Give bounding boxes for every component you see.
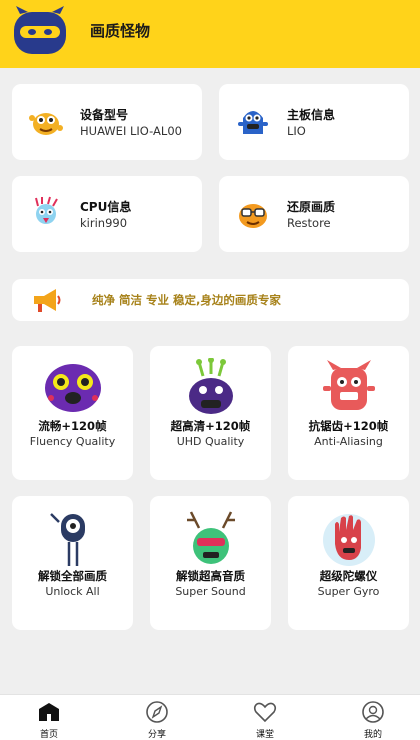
card-value: HUAWEI LIO-AL00: [80, 124, 182, 138]
slogan-banner: 纯净 简洁 专业 稳定,身边的画质专家: [12, 279, 409, 321]
anti-aliasing-card[interactable]: 抗锯齿+120帧 Anti-Aliasing: [288, 346, 409, 480]
heart-icon: [253, 702, 277, 723]
tab-classroom[interactable]: 课堂: [230, 695, 300, 740]
fluency-quality-card[interactable]: 流畅+120帧 Fluency Quality: [12, 346, 133, 480]
tab-mine[interactable]: 我的: [338, 695, 408, 740]
compass-icon: [146, 701, 168, 723]
red-monster-icon: [323, 360, 375, 410]
tab-label: 分享: [147, 730, 166, 740]
app-title: 画质怪物: [90, 22, 151, 40]
feature-subtitle: UHD Quality: [176, 435, 245, 448]
feature-subtitle: Super Sound: [175, 585, 246, 598]
app-header: 画质怪物: [0, 0, 420, 68]
user-icon: [362, 701, 384, 723]
cpu-info-card[interactable]: CPU信息 kirin990: [12, 176, 202, 252]
card-value: Restore: [287, 216, 331, 230]
purple-monster-icon: [45, 364, 101, 412]
tab-share[interactable]: 分享: [122, 695, 192, 740]
feature-title: 超高清+120帧: [170, 419, 251, 433]
restore-quality-card[interactable]: 还原画质 Restore: [219, 176, 409, 252]
monster-logo-icon: [14, 6, 66, 54]
card-title: 设备型号: [80, 108, 129, 122]
blue-monster-icon: [238, 111, 268, 134]
feature-title: 超级陀螺仪: [319, 569, 378, 583]
card-title: 主板信息: [287, 108, 336, 122]
feature-subtitle: Fluency Quality: [29, 435, 116, 448]
card-value: LIO: [287, 124, 306, 138]
dark-purple-antenna-monster-icon: [189, 358, 233, 414]
yellow-monster-icon: [29, 113, 63, 135]
feature-title: 解锁超高音质: [176, 569, 245, 583]
feature-title: 抗锯齿+120帧: [308, 419, 389, 433]
megaphone-icon: [34, 289, 61, 312]
tab-label: 课堂: [255, 730, 274, 740]
feature-subtitle: Unlock All: [45, 585, 100, 598]
home-icon: [39, 703, 59, 721]
device-model-card[interactable]: 设备型号 HUAWEI LIO-AL00: [12, 84, 202, 160]
feature-subtitle: Anti-Aliasing: [314, 435, 383, 448]
bottom-tab-bar: 首页 分享 课堂 我的: [0, 694, 420, 740]
feature-title: 解锁全部画质: [38, 569, 107, 583]
red-hand-monster-icon: [323, 514, 375, 566]
board-info-card[interactable]: 主板信息 LIO: [219, 84, 409, 160]
card-title: CPU信息: [80, 200, 132, 214]
unlock-all-card[interactable]: 解锁全部画质 Unlock All: [12, 496, 133, 630]
card-title: 还原画质: [287, 200, 336, 214]
orange-glasses-monster-icon: [239, 204, 267, 228]
one-eye-monster-icon: [50, 513, 85, 566]
feature-title: 流畅+120帧: [38, 419, 107, 433]
card-value: kirin990: [80, 216, 128, 230]
feature-subtitle: Super Gyro: [317, 585, 380, 598]
super-sound-card[interactable]: 解锁超高音质 Super Sound: [150, 496, 271, 630]
slogan-text: 纯净 简洁 专业 稳定,身边的画质专家: [92, 293, 281, 307]
tab-label: 我的: [363, 730, 382, 740]
super-gyro-card[interactable]: 超级陀螺仪 Super Gyro: [288, 496, 409, 630]
green-antler-monster-icon: [187, 511, 235, 564]
bird-monster-icon: [35, 196, 58, 224]
uhd-quality-card[interactable]: 超高清+120帧 UHD Quality: [150, 346, 271, 480]
tab-label: 首页: [39, 730, 58, 740]
tab-home[interactable]: 首页: [14, 695, 84, 740]
